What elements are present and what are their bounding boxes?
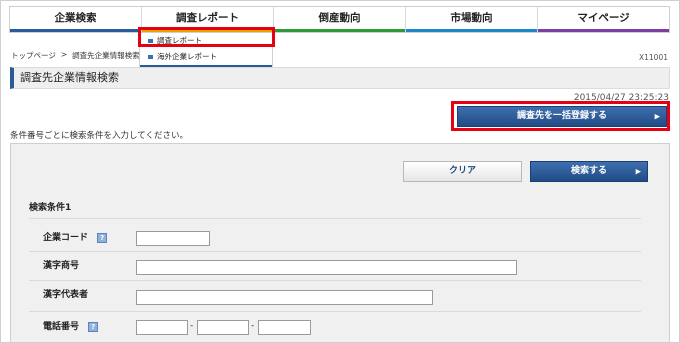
phone-input-2[interactable] [197, 320, 249, 335]
research-report-dropdown: 調査レポート 海外企業レポート [139, 33, 273, 68]
top-nav: 企業検索 調査レポート 倒産動向 市場動向 マイページ [9, 6, 670, 33]
nav-item-research-report[interactable]: 調査レポート [142, 7, 274, 32]
company-code-label-row: 企業コード ? [43, 230, 108, 243]
search-button[interactable]: 検索する ▶ [530, 161, 648, 182]
section-label: 検索条件1 [29, 203, 72, 213]
dropdown-item-label: 調査レポート [157, 36, 202, 45]
breadcrumb-separator: > [60, 50, 68, 59]
page-title: 調査先企業情報検索 [10, 67, 670, 89]
divider [29, 280, 641, 281]
phone-separator: - [251, 321, 255, 331]
bullet-icon [148, 55, 153, 59]
chevron-right-icon: ▶ [654, 112, 660, 120]
nav-accent-bar [142, 29, 273, 32]
nav-accent-bar [274, 29, 405, 32]
divider [29, 218, 641, 219]
breadcrumb-current: 調査先企業情報検索 [72, 51, 140, 60]
search-button-label: 検索する [570, 166, 607, 176]
bulk-register-button[interactable]: 調査先を一括登録する ▶ [457, 106, 667, 127]
page-id: X11001 [639, 53, 668, 62]
nav-accent-bar [538, 29, 669, 32]
kanji-rep-input[interactable] [136, 290, 433, 305]
nav-item-bankruptcy-trends[interactable]: 倒産動向 [274, 7, 406, 32]
instruction-text: 条件番号ごとに検索条件を入力してください。 [10, 131, 188, 141]
nav-item-mypage[interactable]: マイページ [538, 7, 669, 32]
nav-item-label: 市場動向 [450, 12, 493, 24]
chevron-right-icon: ▶ [635, 167, 641, 175]
nav-accent-bar [406, 29, 537, 32]
dropdown-item-overseas-report[interactable]: 海外企業レポート [140, 50, 272, 64]
nav-item-label: 倒産動向 [318, 12, 361, 24]
phone-label-row: 電話番号 ? [43, 319, 99, 332]
help-icon[interactable]: ? [88, 321, 99, 332]
company-code-label: 企業コード [43, 233, 89, 243]
breadcrumb-home-link[interactable]: トップページ [11, 50, 56, 61]
nav-item-label: 調査レポート [176, 12, 239, 24]
bullet-icon [148, 39, 153, 43]
dropdown-item-research-report[interactable]: 調査レポート [140, 34, 272, 48]
nav-accent-bar [10, 29, 141, 32]
divider [29, 251, 641, 252]
bulk-register-label: 調査先を一括登録する [516, 111, 607, 121]
kanji-rep-label: 漢字代表者 [43, 290, 89, 300]
nav-item-company-search[interactable]: 企業検索 [10, 7, 142, 32]
clear-button[interactable]: クリア [403, 161, 522, 182]
company-code-input[interactable] [136, 231, 210, 246]
phone-separator: - [190, 321, 194, 331]
nav-item-label: 企業検索 [54, 12, 97, 24]
phone-label: 電話番号 [43, 322, 80, 332]
divider [29, 311, 641, 312]
kanji-name-label: 漢字商号 [43, 261, 80, 271]
help-icon[interactable]: ? [97, 232, 108, 243]
breadcrumb: トップページ > 調査先企業情報検索 [11, 50, 140, 61]
kanji-name-input[interactable] [136, 260, 517, 275]
nav-item-label: マイページ [577, 12, 630, 24]
phone-input-3[interactable] [258, 320, 311, 335]
timestamp: 2015/04/27 23:25:23 [573, 93, 669, 103]
phone-input-1[interactable] [136, 320, 188, 335]
dropdown-item-label: 海外企業レポート [157, 52, 217, 61]
nav-item-market-trends[interactable]: 市場動向 [406, 7, 538, 32]
